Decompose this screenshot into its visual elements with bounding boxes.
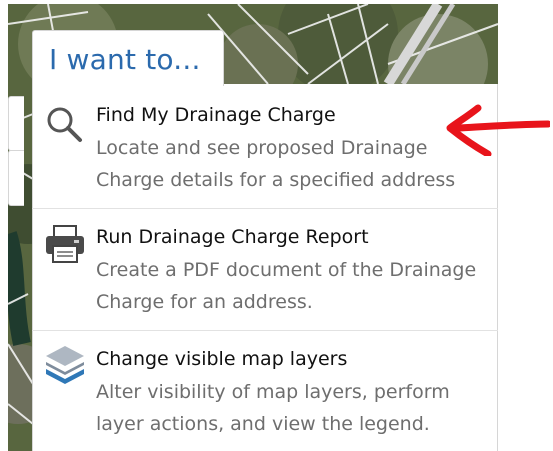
menu-item-description: Create a PDF document of the Drainage Ch… bbox=[96, 259, 477, 313]
panel-title: I want to... bbox=[49, 43, 201, 76]
menu-item-change-map-layers[interactable]: Change visible map layers Alter visibili… bbox=[32, 338, 498, 451]
side-tab-upper[interactable] bbox=[8, 96, 24, 151]
screenshot-stage: I want to... Find My Drainage Charge Loc… bbox=[0, 0, 553, 451]
menu-item-description: Alter visibility of map layers, perform … bbox=[96, 381, 450, 435]
red-arrow-annotation bbox=[446, 104, 550, 156]
menu-item-run-drainage-report[interactable]: Run Drainage Charge Report Create a PDF … bbox=[32, 216, 498, 330]
side-tab-lower[interactable] bbox=[8, 150, 24, 206]
menu-item-title: Change visible map layers bbox=[96, 348, 348, 370]
menu-item-title: Find My Drainage Charge bbox=[96, 104, 336, 126]
layers-icon bbox=[44, 344, 86, 391]
menu-item-description: Locate and see proposed Drainage Charge … bbox=[96, 137, 456, 191]
menu-divider bbox=[32, 208, 498, 209]
search-icon bbox=[44, 104, 84, 149]
menu-item-title: Run Drainage Charge Report bbox=[96, 226, 369, 248]
menu-divider bbox=[32, 330, 498, 331]
i-want-to-tab[interactable]: I want to... bbox=[32, 30, 224, 86]
menu-item-find-drainage-charge[interactable]: Find My Drainage Charge Locate and see p… bbox=[32, 96, 498, 208]
printer-icon bbox=[44, 224, 86, 269]
